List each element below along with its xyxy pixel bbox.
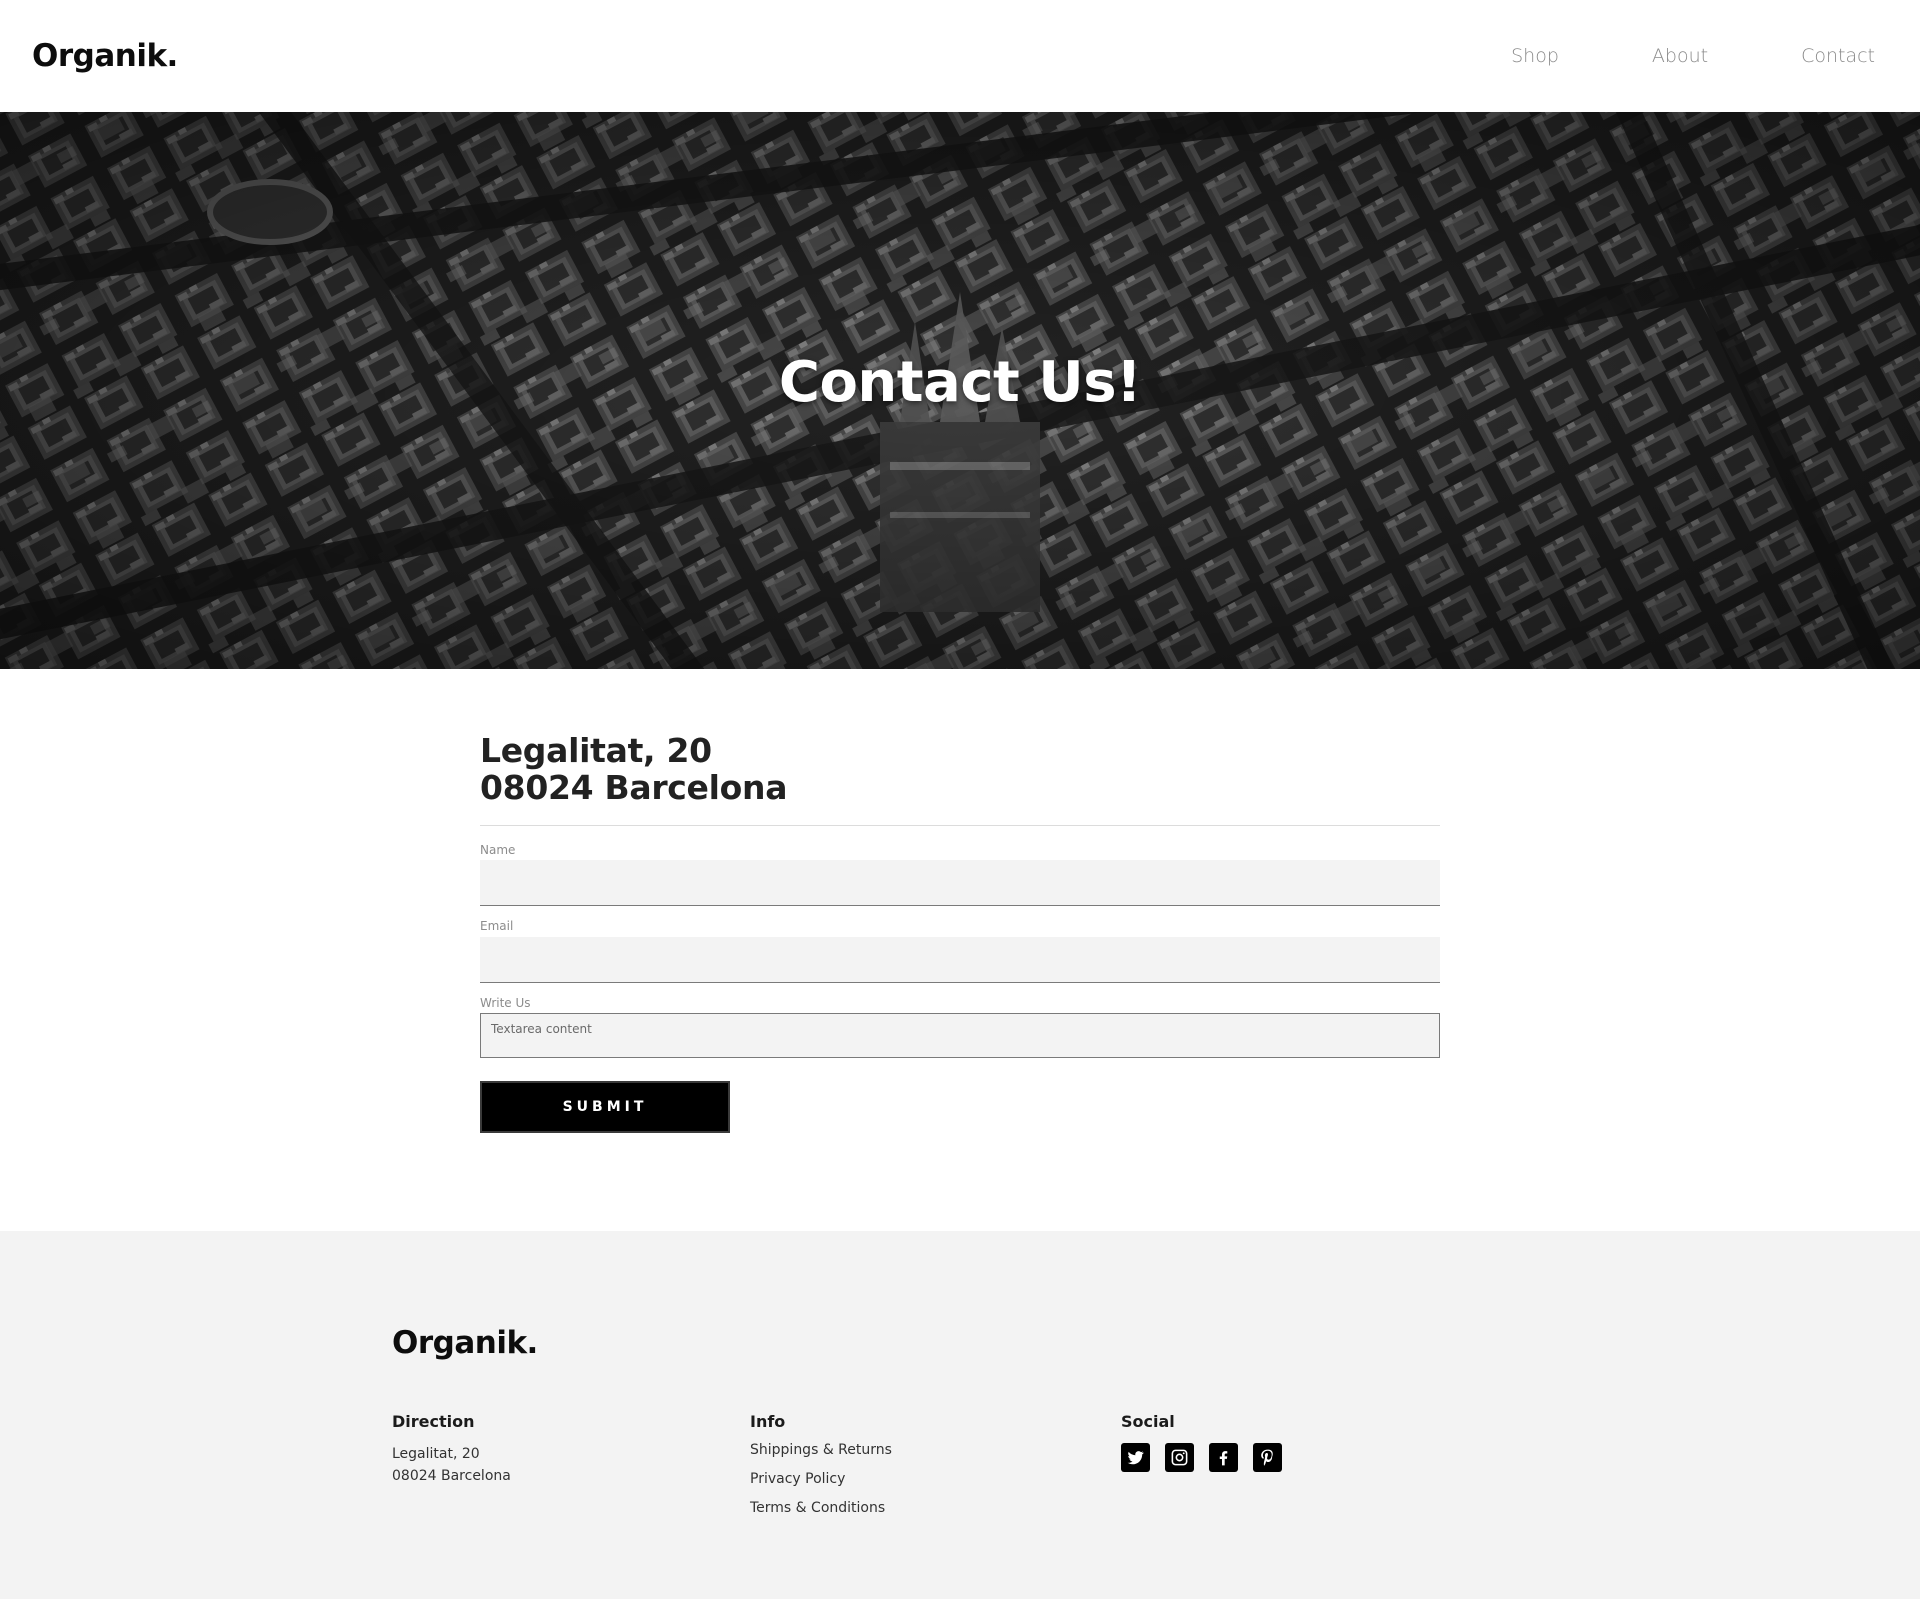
site-footer: Organik. Direction Legalitat, 20 08024 B… bbox=[0, 1231, 1920, 1599]
nav-link-about[interactable]: About bbox=[1652, 45, 1708, 67]
footer-link-privacy[interactable]: Privacy Policy bbox=[750, 1465, 892, 1494]
footer-social-title: Social bbox=[1121, 1412, 1175, 1431]
name-input[interactable] bbox=[480, 860, 1440, 906]
footer-link-terms[interactable]: Terms & Conditions bbox=[750, 1494, 892, 1523]
message-textarea[interactable]: Textarea content bbox=[480, 1013, 1440, 1058]
footer-direction-line-2: 08024 Barcelona bbox=[392, 1468, 511, 1484]
message-label: Write Us bbox=[480, 996, 531, 1010]
header-logo[interactable]: Organik. bbox=[32, 38, 178, 74]
email-label: Email bbox=[480, 919, 514, 933]
address-line-1: Legalitat, 20 bbox=[480, 731, 712, 770]
address-line-2: 08024 Barcelona bbox=[480, 768, 788, 807]
twitter-icon[interactable] bbox=[1121, 1443, 1150, 1472]
footer-logo[interactable]: Organik. bbox=[392, 1325, 538, 1361]
site-header: Organik. Shop About Contact bbox=[0, 0, 1920, 112]
instagram-icon[interactable] bbox=[1165, 1443, 1194, 1472]
footer-info-column: Info Shippings & Returns Privacy Policy … bbox=[750, 1412, 892, 1523]
footer-direction-line-1: Legalitat, 20 bbox=[392, 1446, 480, 1462]
nav-link-contact[interactable]: Contact bbox=[1801, 45, 1875, 67]
main-nav: Shop About Contact bbox=[1418, 45, 1875, 67]
footer-social-column: Social bbox=[1121, 1412, 1297, 1472]
social-icons bbox=[1121, 1443, 1297, 1472]
footer-direction-column: Direction Legalitat, 20 08024 Barcelona bbox=[392, 1412, 511, 1487]
footer-info-title: Info bbox=[750, 1412, 786, 1431]
submit-button[interactable]: SUBMIT bbox=[480, 1081, 730, 1133]
contact-section: Legalitat, 20 08024 Barcelona Name Email… bbox=[480, 669, 1440, 1231]
contact-address: Legalitat, 20 08024 Barcelona bbox=[480, 732, 787, 806]
section-divider bbox=[480, 825, 1440, 826]
hero-banner: Contact Us! bbox=[0, 112, 1920, 669]
pinterest-icon[interactable] bbox=[1253, 1443, 1282, 1472]
footer-link-shippings[interactable]: Shippings & Returns bbox=[750, 1436, 892, 1465]
facebook-icon[interactable] bbox=[1209, 1443, 1238, 1472]
footer-direction-title: Direction bbox=[392, 1412, 475, 1431]
hero-title: Contact Us! bbox=[778, 350, 1142, 415]
name-label: Name bbox=[480, 843, 516, 857]
email-input[interactable] bbox=[480, 937, 1440, 983]
nav-link-shop[interactable]: Shop bbox=[1511, 45, 1559, 67]
